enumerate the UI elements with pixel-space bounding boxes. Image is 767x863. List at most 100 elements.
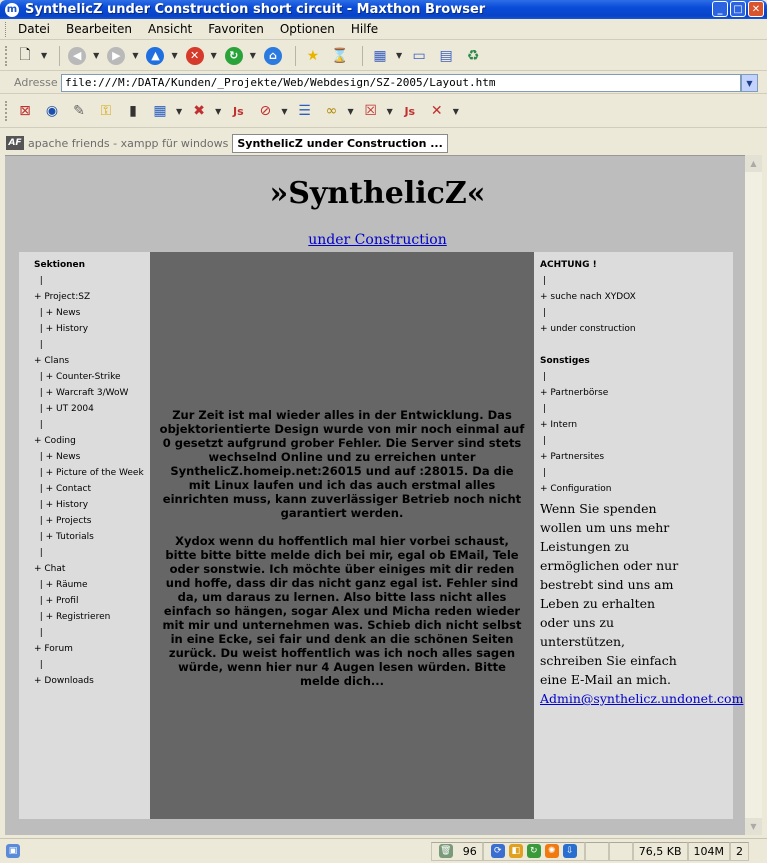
document-icon[interactable]: ▮ [122,100,144,122]
nav-item[interactable]: + Partnersites [540,449,733,465]
nav-item[interactable]: | + History [34,321,150,337]
chevron-down-icon[interactable]: ▼ [215,107,221,116]
nav-item[interactable]: + Intern [540,417,733,433]
nav-item[interactable]: + Coding [34,433,150,449]
chevron-down-icon[interactable]: ▼ [250,51,256,60]
trash-status[interactable]: 🗑 96 [430,841,483,861]
popup-status-icon[interactable]: ◧ [508,844,523,858]
menu-bearbeiten[interactable]: Bearbeiten [66,22,132,36]
scroll-up-button[interactable]: ▲ [745,155,762,172]
nav-item[interactable]: | [34,273,150,289]
scroll-down-button[interactable]: ▼ [745,818,762,835]
chevron-down-icon[interactable]: ▼ [453,107,459,116]
nav-item[interactable]: + Forum [34,641,150,657]
tab-apache-friends[interactable]: apache friends - xampp für windows [28,137,228,150]
javascript-block-icon[interactable]: Js [399,100,421,122]
menu-datei[interactable]: Datei [18,22,50,36]
block-images-icon[interactable]: ✖ [188,100,210,122]
new-page-icon[interactable]: 🗋 [14,45,36,67]
nav-item[interactable]: | + News [34,449,150,465]
nav-item[interactable]: + under construction [540,321,733,337]
close-all-icon[interactable]: ✕ [426,100,448,122]
nav-item[interactable]: + Configuration [540,481,733,497]
nav-item[interactable]: + Downloads [34,673,150,689]
recycle-icon[interactable]: ♻ [462,45,484,67]
refresh-status-icon[interactable]: ↻ [526,844,541,858]
chevron-down-icon[interactable]: ▼ [387,107,393,116]
nav-item[interactable]: | [540,465,733,481]
toolbar-grip[interactable] [5,21,8,37]
nav-item[interactable]: | + History [34,497,150,513]
nav-item[interactable]: | + Registrieren [34,609,150,625]
menu-optionen[interactable]: Optionen [280,22,335,36]
nav-item[interactable]: | [34,657,150,673]
glasses-icon[interactable]: ∞ [320,100,342,122]
nav-item[interactable]: | [34,545,150,561]
chevron-down-icon[interactable]: ▼ [41,51,47,60]
nav-item[interactable]: | [540,401,733,417]
menu-ansicht[interactable]: Ansicht [148,22,192,36]
nav-item[interactable]: | + Räume [34,577,150,593]
nav-item[interactable]: + Project:SZ [34,289,150,305]
favorites-star-icon[interactable]: ★ [302,45,324,67]
layout-icon[interactable]: ▤ [435,45,457,67]
maximize-button[interactable]: □ [730,1,746,17]
checkbox-icon[interactable]: ☒ [360,100,382,122]
chevron-down-icon[interactable]: ▼ [176,107,182,116]
nav-item[interactable]: | [540,433,733,449]
nav-item[interactable] [540,337,733,353]
nav-item[interactable]: + Chat [34,561,150,577]
address-dropdown-button[interactable]: ▼ [741,74,758,92]
clip-icon[interactable]: ✎ [68,100,90,122]
chevron-down-icon[interactable]: ▼ [93,51,99,60]
calendar-icon[interactable]: ▦ [149,100,171,122]
forward-button[interactable]: ▶ [105,45,127,67]
chevron-down-icon[interactable]: ▼ [132,51,138,60]
vertical-scrollbar[interactable]: ▲ ▼ [745,155,762,835]
nav-item[interactable]: | [540,305,733,321]
nav-item[interactable]: | + News [34,305,150,321]
chevron-down-icon[interactable]: ▼ [281,107,287,116]
sun-icon[interactable]: ✺ [544,844,559,858]
toolbar-grip[interactable] [5,45,8,66]
chevron-down-icon[interactable]: ▼ [211,51,217,60]
nav-item[interactable]: + suche nach XYDOX [540,289,733,305]
refresh-button[interactable]: ↻ [223,45,245,67]
nav-item[interactable]: + Clans [34,353,150,369]
tab-synthelicz[interactable]: SynthelicZ under Construction ... [232,133,448,153]
nav-item[interactable]: | + Contact [34,481,150,497]
nav-item[interactable]: | + Projects [34,513,150,529]
window-icon[interactable]: ▦ [369,45,391,67]
nav-item[interactable]: | [34,417,150,433]
nav-item[interactable]: | + Picture of the Week [34,465,150,481]
key-icon[interactable]: ⚿ [95,100,117,122]
nav-item[interactable]: | [540,273,733,289]
minimize-button[interactable]: _ [712,1,728,17]
under-construction-link[interactable]: under Construction [308,232,447,248]
menu-hilfe[interactable]: Hilfe [351,22,378,36]
toolbar-grip[interactable] [5,101,8,121]
popup-blocker-icon[interactable]: ⊠ [14,100,36,122]
chevron-down-icon[interactable]: ▼ [171,51,177,60]
chevron-down-icon[interactable]: ▼ [347,107,353,116]
chevron-down-icon[interactable]: ▼ [396,51,402,60]
nav-item[interactable]: | + UT 2004 [34,401,150,417]
download-icon[interactable]: ⇩ [562,844,577,858]
nav-item[interactable]: | [34,625,150,641]
address-input[interactable]: file:///M:/DATA/Kunden/_Projekte/Web/Web… [61,74,741,92]
fullscreen-icon[interactable]: ▭ [408,45,430,67]
nav-item[interactable]: | [540,369,733,385]
up-button[interactable]: ▲ [144,45,166,67]
list-icon[interactable]: ☰ [293,100,315,122]
back-button[interactable]: ◀ [66,45,88,67]
compass-icon[interactable]: ◉ [41,100,63,122]
nav-item[interactable]: | + Profil [34,593,150,609]
nav-item[interactable]: | + Tutorials [34,529,150,545]
block-icon[interactable]: ⊘ [254,100,276,122]
home-button[interactable]: ⌂ [262,45,284,67]
nav-item[interactable]: + Partnerbörse [540,385,733,401]
sync-icon[interactable]: ⟳ [490,844,505,858]
stop-button[interactable]: ✕ [184,45,206,67]
nav-item[interactable]: | + Warcraft 3/WoW [34,385,150,401]
menu-favoriten[interactable]: Favoriten [208,22,264,36]
